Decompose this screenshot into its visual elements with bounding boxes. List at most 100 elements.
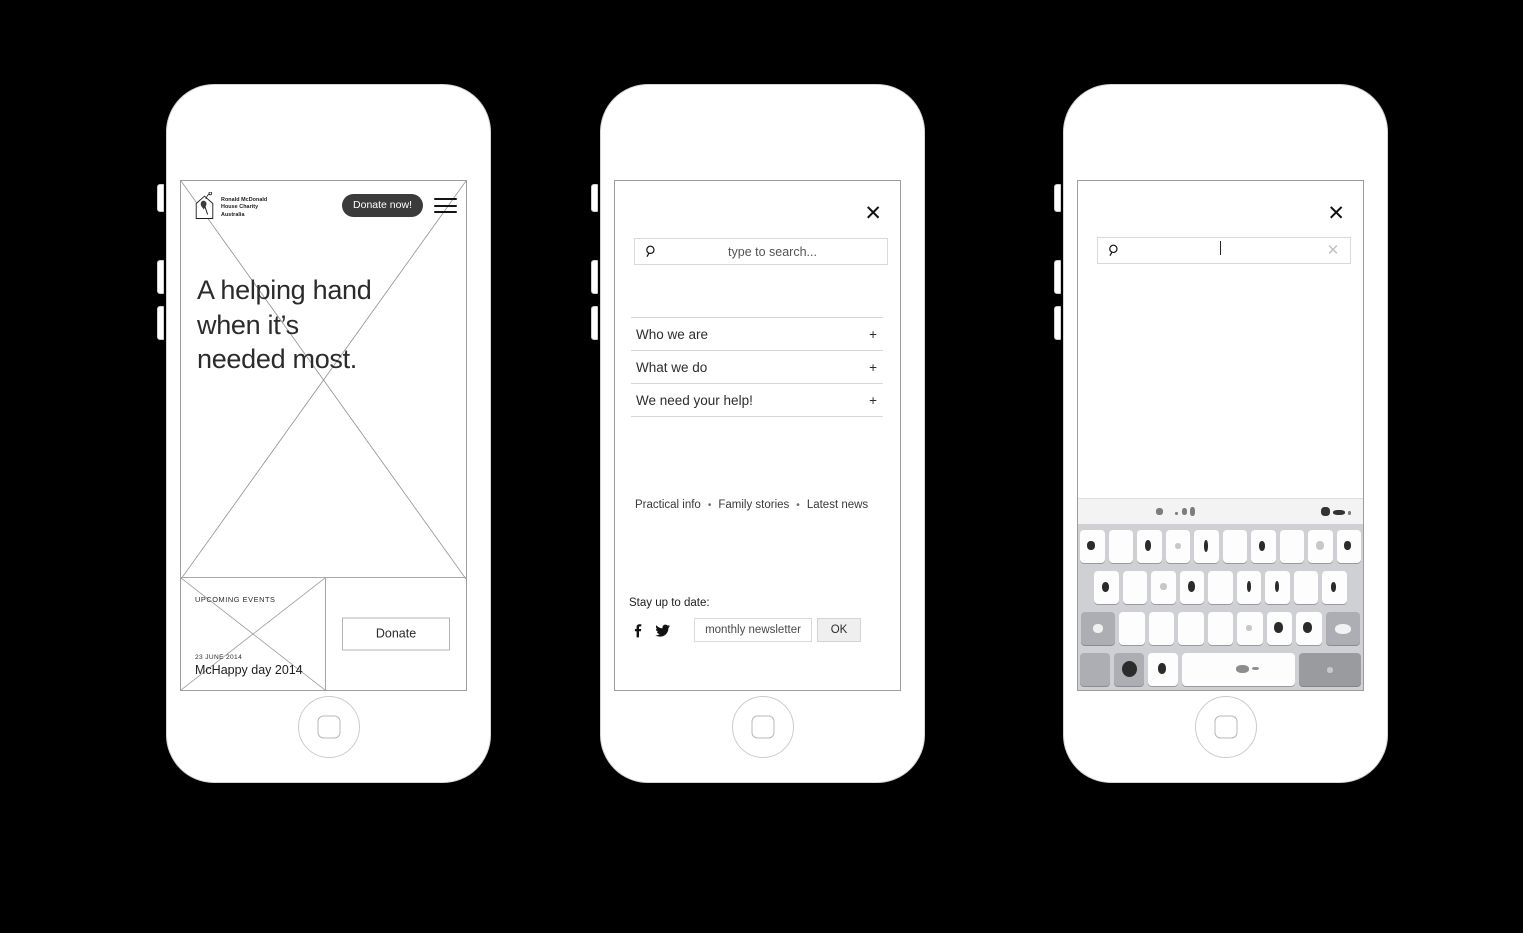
quick-link-family-stories[interactable]: Family stories — [718, 499, 789, 511]
keyboard-row-3 — [1080, 612, 1361, 645]
home-button[interactable] — [297, 696, 360, 758]
key[interactable] — [1293, 571, 1319, 604]
key[interactable] — [1265, 571, 1290, 604]
key[interactable] — [1080, 530, 1105, 563]
shift-key[interactable] — [1080, 612, 1115, 645]
key[interactable] — [1093, 571, 1119, 604]
key[interactable] — [1296, 612, 1323, 645]
quick-link-latest-news[interactable]: Latest news — [807, 499, 868, 511]
hamburger-line — [434, 204, 457, 207]
volume-down-button[interactable] — [591, 306, 598, 340]
hero-image-placeholder — [181, 181, 466, 579]
dictation-key[interactable] — [1148, 653, 1178, 686]
volume-up-button[interactable] — [591, 260, 598, 294]
space-key[interactable] — [1182, 653, 1295, 686]
search-bar[interactable] — [634, 238, 888, 265]
key[interactable] — [1108, 530, 1133, 563]
subscribe-row: OK — [629, 618, 861, 642]
suggestion-smudge — [1182, 508, 1187, 515]
newsletter-ok-button[interactable]: OK — [817, 618, 861, 642]
expand-icon[interactable]: + — [869, 327, 883, 342]
search-bar[interactable]: ✕ — [1097, 237, 1351, 264]
expand-icon[interactable]: + — [869, 393, 883, 408]
key[interactable] — [1137, 530, 1162, 563]
close-icon[interactable]: ✕ — [1327, 203, 1345, 224]
key[interactable] — [1151, 571, 1176, 604]
key[interactable] — [1322, 571, 1348, 604]
site-logo[interactable]: Ronald McDonald House Charity Australia — [194, 192, 267, 222]
search-input-active[interactable] — [1121, 241, 1320, 260]
key[interactable] — [1266, 612, 1293, 645]
key[interactable] — [1179, 571, 1205, 604]
key[interactable] — [1236, 571, 1262, 604]
home-button[interactable] — [731, 696, 794, 758]
search-input[interactable] — [658, 244, 887, 259]
key[interactable] — [1208, 571, 1233, 604]
silent-switch[interactable] — [1054, 184, 1061, 212]
suggestion-smudge — [1321, 507, 1330, 516]
key[interactable] — [1122, 571, 1148, 604]
nav-item-who-we-are[interactable]: Who we are + — [631, 318, 883, 351]
quick-link-practical-info[interactable]: Practical info — [635, 499, 701, 511]
globe-key[interactable] — [1114, 653, 1144, 686]
phone-mockup-search: ✕ ✕ — [1054, 84, 1388, 783]
hero-title: A helping hand when it’s needed most. — [197, 275, 372, 374]
volume-up-button[interactable] — [157, 260, 164, 294]
expand-icon[interactable]: + — [869, 360, 883, 375]
logo-line-1: Ronald McDonald — [221, 197, 268, 203]
nav-item-what-we-do[interactable]: What we do + — [631, 351, 883, 384]
keyboard-keys — [1078, 524, 1363, 690]
key[interactable] — [1237, 612, 1263, 645]
separator-dot: • — [796, 499, 800, 511]
key[interactable] — [1207, 612, 1234, 645]
site-header: Ronald McDonald House Charity Australia … — [181, 181, 466, 233]
key[interactable] — [1178, 612, 1204, 645]
screen-menu: ✕ Who we are + What we do + — [614, 180, 901, 691]
key[interactable] — [1336, 530, 1361, 563]
suggestion-smudge — [1348, 511, 1351, 515]
key[interactable] — [1279, 530, 1304, 563]
facebook-icon[interactable] — [629, 622, 646, 639]
logo-line-2: House Charity — [221, 204, 259, 211]
nav-item-we-need-your-help[interactable]: We need your help! + — [631, 384, 883, 417]
home-button[interactable] — [1194, 696, 1257, 758]
quick-links: Practical info • Family stories • Latest… — [635, 499, 868, 511]
suggestion-smudge — [1190, 507, 1195, 516]
donate-now-button[interactable]: Donate now! — [342, 194, 423, 217]
numbers-key[interactable] — [1080, 653, 1110, 686]
event-card[interactable]: UPCOMING EVENTS 23 JUNE 2014 McHappy day… — [181, 578, 326, 690]
close-icon[interactable]: ✕ — [864, 203, 882, 224]
silent-switch[interactable] — [157, 184, 164, 212]
silent-switch[interactable] — [591, 184, 598, 212]
home-button-square-icon — [1214, 715, 1237, 739]
twitter-icon[interactable] — [654, 622, 671, 639]
separator-dot: • — [707, 499, 712, 511]
newsletter-input[interactable] — [694, 618, 812, 642]
event-date: 23 JUNE 2014 — [195, 654, 243, 661]
key[interactable] — [1165, 530, 1190, 563]
delete-key[interactable] — [1326, 612, 1361, 645]
volume-down-button[interactable] — [1054, 306, 1061, 340]
key[interactable] — [1118, 612, 1145, 645]
volume-up-button[interactable] — [1054, 260, 1061, 294]
key[interactable] — [1308, 530, 1333, 563]
keyboard-suggestion-bar[interactable] — [1078, 498, 1363, 524]
screen-home: Ronald McDonald House Charity Australia … — [180, 180, 467, 691]
nav-item-label: We need your help! — [636, 392, 753, 408]
text-caret — [1220, 241, 1221, 255]
key[interactable] — [1194, 530, 1219, 563]
screen-search-active: ✕ ✕ — [1077, 180, 1364, 691]
key[interactable] — [1222, 530, 1247, 563]
key[interactable] — [1148, 612, 1175, 645]
donate-button[interactable]: Donate — [342, 617, 450, 651]
hamburger-line — [434, 198, 457, 201]
hamburger-icon[interactable] — [434, 198, 457, 215]
key[interactable] — [1251, 530, 1276, 563]
volume-down-button[interactable] — [157, 306, 164, 340]
clear-icon[interactable]: ✕ — [1320, 243, 1346, 258]
upcoming-events-strip: UPCOMING EVENTS 23 JUNE 2014 McHappy day… — [181, 577, 466, 690]
phone-mockup-home: Ronald McDonald House Charity Australia … — [157, 84, 491, 783]
search-return-key[interactable] — [1299, 653, 1361, 686]
logo-line-3: Australia — [221, 211, 245, 218]
events-kicker: UPCOMING EVENTS — [195, 595, 276, 604]
